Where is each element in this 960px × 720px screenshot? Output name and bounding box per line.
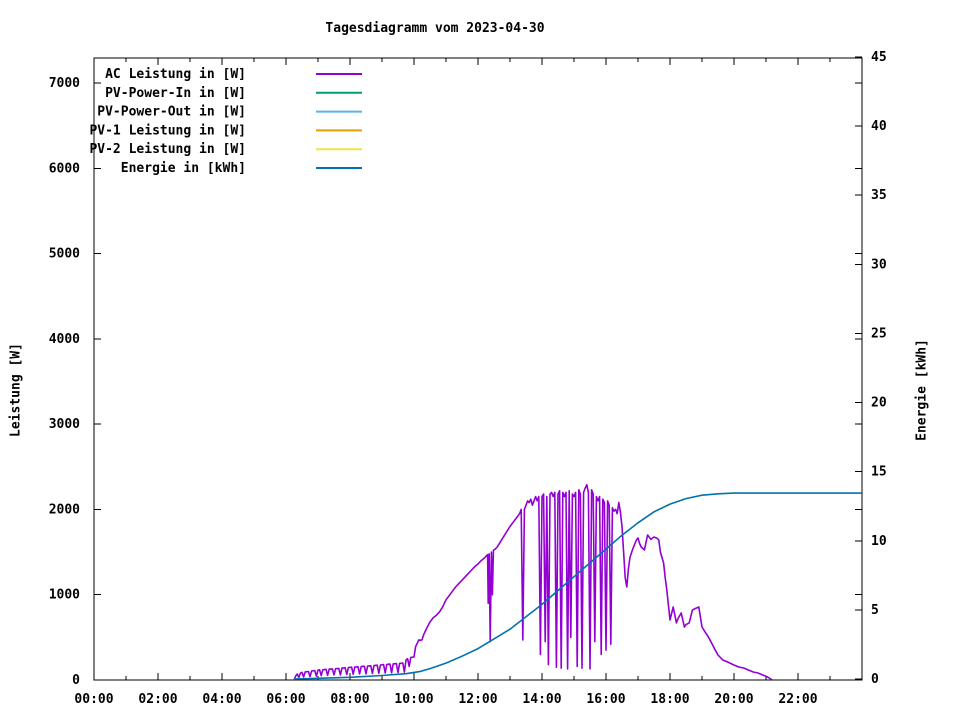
x-tick-label: 00:00	[74, 692, 113, 707]
plot-area: 00:00 02:00 04:00 06:00 08:00 10:00 12:00 14:00…	[49, 50, 887, 707]
y2-tick-label: 35	[871, 188, 887, 203]
y2-tick-label: 30	[871, 257, 887, 272]
x-tick-label: 16:00	[586, 692, 625, 707]
y2-tick-label: 5	[871, 603, 879, 618]
x-tick-label: 20:00	[714, 692, 753, 707]
legend-label-pv-2-leistung: PV-2 Leistung in [W]	[89, 142, 246, 157]
y1-tick-label: 1000	[49, 588, 80, 603]
legend-label-pv-1-leistung: PV-1 Leistung in [W]	[89, 123, 246, 138]
y2-tick-label: 0	[871, 672, 879, 687]
y2-tick-label: 25	[871, 326, 887, 341]
x-tick-label: 18:00	[650, 692, 689, 707]
legend-label-energie: Energie in [kWh]	[121, 161, 246, 176]
legend-label-pv-power-out: PV-Power-Out in [W]	[97, 105, 246, 120]
series-ac-leistung	[293, 483, 773, 680]
legend: AC Leistung in [W] PV-Power-In in [W] PV-P…	[89, 67, 362, 176]
chart-canvas: Tagesdiagramm vom 2023-04-30 Leistung [W…	[0, 0, 960, 720]
legend-item-energie: Energie in [kWh]	[121, 161, 362, 176]
y2-tick-label: 45	[871, 50, 887, 65]
y1-tick-label: 0	[72, 673, 80, 688]
x-tick-label: 02:00	[138, 692, 177, 707]
y1-tick-label: 7000	[49, 76, 80, 91]
x-tick-label: 08:00	[330, 692, 369, 707]
y1-tick-label: 4000	[49, 332, 80, 347]
legend-item-pv-2-leistung: PV-2 Leistung in [W]	[89, 142, 362, 157]
x-tick-label: 04:00	[202, 692, 241, 707]
x-tick-label: 22:00	[778, 692, 817, 707]
y2-tick-label: 40	[871, 119, 887, 134]
y2-tick-label: 15	[871, 465, 887, 480]
y1-tick-label: 5000	[49, 247, 80, 262]
y1-tick-label: 2000	[49, 502, 80, 517]
legend-item-pv-power-out: PV-Power-Out in [W]	[97, 105, 362, 120]
y2-tick-label: 10	[871, 534, 887, 549]
y1-tick-label: 3000	[49, 417, 80, 432]
legend-label-ac-leistung: AC Leistung in [W]	[105, 67, 246, 82]
legend-item-pv-power-in: PV-Power-In in [W]	[105, 86, 362, 101]
y2-tick-label: 20	[871, 396, 887, 411]
legend-item-ac-leistung: AC Leistung in [W]	[105, 67, 362, 82]
legend-item-pv-1-leistung: PV-1 Leistung in [W]	[89, 123, 362, 138]
x-tick-label: 06:00	[266, 692, 305, 707]
legend-label-pv-power-in: PV-Power-In in [W]	[105, 86, 246, 101]
x-tick-label: 12:00	[458, 692, 497, 707]
x-tick-label: 14:00	[522, 692, 561, 707]
y1-tick-label: 6000	[49, 161, 80, 176]
x-tick-label: 10:00	[394, 692, 433, 707]
